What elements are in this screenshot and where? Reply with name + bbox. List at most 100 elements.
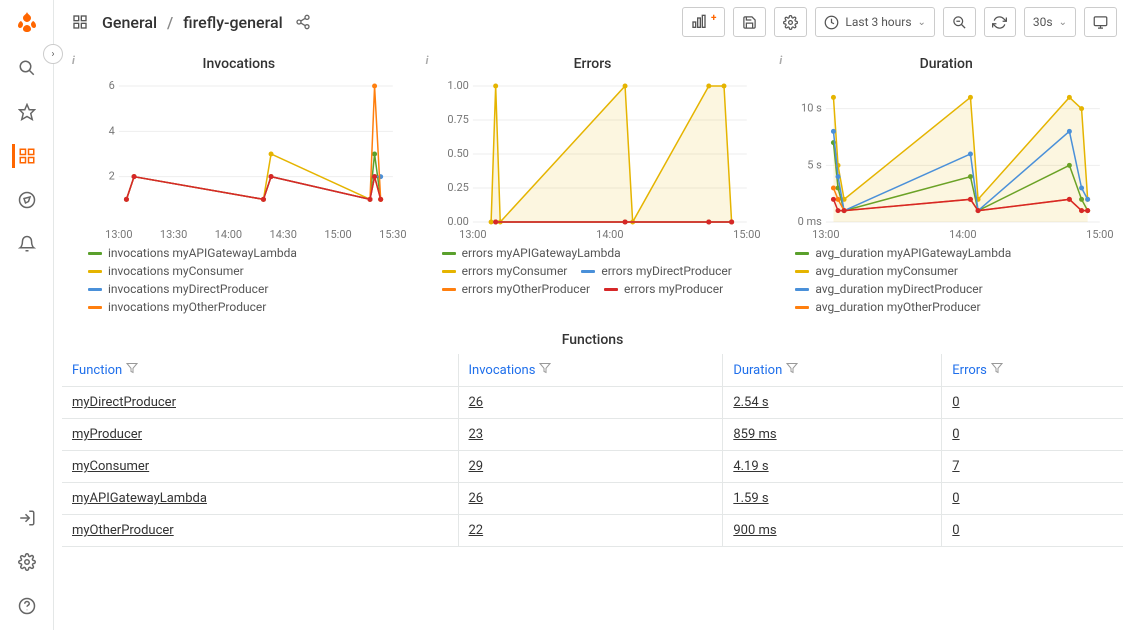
legend-item[interactable]: avg_duration myDirectProducer <box>795 282 982 296</box>
filter-icon[interactable] <box>991 363 1003 378</box>
chevron-down-icon: ⌄ <box>1059 17 1067 28</box>
column-header[interactable]: Invocations <box>458 354 723 387</box>
chart-area[interactable]: 0 ms5 s10 s13:0014:0015:00 <box>777 80 1115 240</box>
table-cell[interactable]: 26 <box>458 483 723 515</box>
svg-text:1.00: 1.00 <box>447 80 468 92</box>
legend-label: invocations myConsumer <box>108 264 244 278</box>
svg-text:13:00: 13:00 <box>105 228 132 240</box>
table-cell[interactable]: myDirectProducer <box>62 387 458 419</box>
legend-item[interactable]: invocations myConsumer <box>88 264 244 278</box>
apps-icon[interactable] <box>68 10 92 34</box>
signin-icon[interactable] <box>15 506 39 530</box>
legend-item[interactable]: invocations myDirectProducer <box>88 282 268 296</box>
settings-button[interactable] <box>774 7 807 37</box>
svg-text:13:30: 13:30 <box>160 228 187 240</box>
svg-text:6: 6 <box>109 80 115 92</box>
legend-item[interactable]: invocations myAPIGatewayLambda <box>88 246 297 260</box>
legend-item[interactable]: errors myConsumer <box>442 264 568 278</box>
save-button[interactable] <box>733 7 766 37</box>
table-header-row: FunctionInvocationsDurationErrors <box>62 354 1123 387</box>
table-cell[interactable]: 2.54 s <box>723 387 942 419</box>
filter-icon[interactable] <box>539 363 551 378</box>
table-cell[interactable]: myProducer <box>62 419 458 451</box>
legend-swatch <box>442 252 456 255</box>
time-range-picker[interactable]: Last 3 hours ⌄ <box>815 7 935 37</box>
breadcrumb[interactable]: General / firefly-general <box>102 13 283 32</box>
table-cell[interactable]: 900 ms <box>723 515 942 547</box>
grafana-logo[interactable] <box>13 8 41 36</box>
column-header[interactable]: Function <box>62 354 458 387</box>
dashboards-icon[interactable] <box>12 144 36 168</box>
table-cell[interactable]: 0 <box>942 483 1123 515</box>
table-cell[interactable]: 0 <box>942 387 1123 419</box>
add-panel-button[interactable]: + <box>682 7 725 37</box>
column-header[interactable]: Errors <box>942 354 1123 387</box>
breadcrumb-separator: / <box>167 13 173 32</box>
alerting-icon[interactable] <box>15 232 39 256</box>
svg-text:15:00: 15:00 <box>1086 228 1113 240</box>
table-cell[interactable]: myOtherProducer <box>62 515 458 547</box>
search-icon[interactable] <box>15 56 39 80</box>
sidebar-expand-toggle[interactable]: › <box>43 44 63 64</box>
filter-icon[interactable] <box>786 363 798 378</box>
chevron-down-icon: ⌄ <box>918 17 926 28</box>
info-icon[interactable]: i <box>72 54 75 67</box>
time-range-label: Last 3 hours <box>845 15 911 29</box>
legend-label: avg_duration myAPIGatewayLambda <box>815 246 1011 260</box>
gear-icon[interactable] <box>15 550 39 574</box>
legend-item[interactable]: invocations myOtherProducer <box>88 300 266 314</box>
legend-swatch <box>88 270 102 273</box>
explore-icon[interactable] <box>15 188 39 212</box>
table-cell[interactable]: 22 <box>458 515 723 547</box>
help-icon[interactable] <box>15 594 39 618</box>
legend-label: errors myAPIGatewayLambda <box>462 246 621 260</box>
share-icon[interactable] <box>295 14 311 30</box>
info-icon[interactable]: i <box>779 54 782 67</box>
chart-area[interactable]: 24613:0013:3014:0014:3015:0015:30 <box>70 80 408 240</box>
legend-label: avg_duration myConsumer <box>815 264 958 278</box>
table-cell[interactable]: 26 <box>458 387 723 419</box>
table-cell[interactable]: 7 <box>942 451 1123 483</box>
star-icon[interactable] <box>15 100 39 124</box>
legend-item[interactable]: errors myProducer <box>604 282 723 296</box>
chart-legend: avg_duration myAPIGatewayLambda avg_durat… <box>777 246 1115 318</box>
chart-area[interactable]: 0.000.250.500.751.0013:0014:0015:00 <box>424 80 762 240</box>
legend-item[interactable]: avg_duration myOtherProducer <box>795 300 980 314</box>
column-header[interactable]: Duration <box>723 354 942 387</box>
chart-legend: invocations myAPIGatewayLambda invocation… <box>70 246 408 318</box>
table-cell[interactable]: 29 <box>458 451 723 483</box>
legend-swatch <box>442 288 456 291</box>
table-cell[interactable]: myConsumer <box>62 451 458 483</box>
refresh-interval-label: 30s <box>1033 15 1053 29</box>
legend-item[interactable]: avg_duration myAPIGatewayLambda <box>795 246 1011 260</box>
legend-swatch <box>795 306 809 309</box>
table-cell[interactable]: 1.59 s <box>723 483 942 515</box>
legend-label: invocations myOtherProducer <box>108 300 266 314</box>
table-cell[interactable]: 0 <box>942 419 1123 451</box>
zoom-out-button[interactable] <box>943 7 976 37</box>
table-cell[interactable]: 0 <box>942 515 1123 547</box>
table-cell[interactable]: 23 <box>458 419 723 451</box>
legend-item[interactable]: avg_duration myConsumer <box>795 264 958 278</box>
legend-item[interactable]: errors myOtherProducer <box>442 282 590 296</box>
view-mode-button[interactable] <box>1084 7 1117 37</box>
table-cell[interactable]: myAPIGatewayLambda <box>62 483 458 515</box>
chart-panel[interactable]: iDuration0 ms5 s10 s13:0014:0015:00avg_d… <box>769 52 1123 318</box>
chart-panel[interactable]: iInvocations24613:0013:3014:0014:3015:00… <box>62 52 416 318</box>
refresh-button[interactable] <box>984 7 1016 37</box>
breadcrumb-folder[interactable]: General <box>102 13 157 32</box>
breadcrumb-dashboard[interactable]: firefly-general <box>183 13 282 32</box>
legend-label: avg_duration myDirectProducer <box>815 282 982 296</box>
info-icon[interactable]: i <box>426 54 429 67</box>
table-cell[interactable]: 4.19 s <box>723 451 942 483</box>
refresh-interval-picker[interactable]: 30s ⌄ <box>1024 7 1076 37</box>
legend-label: avg_duration myOtherProducer <box>815 300 980 314</box>
filter-icon[interactable] <box>126 363 138 378</box>
legend-item[interactable]: errors myDirectProducer <box>581 264 731 278</box>
svg-text:0.00: 0.00 <box>447 215 468 228</box>
svg-text:14:30: 14:30 <box>270 228 297 240</box>
legend-item[interactable]: errors myAPIGatewayLambda <box>442 246 621 260</box>
legend-label: errors myConsumer <box>462 264 568 278</box>
table-cell[interactable]: 859 ms <box>723 419 942 451</box>
chart-panel[interactable]: iErrors0.000.250.500.751.0013:0014:0015:… <box>416 52 770 318</box>
